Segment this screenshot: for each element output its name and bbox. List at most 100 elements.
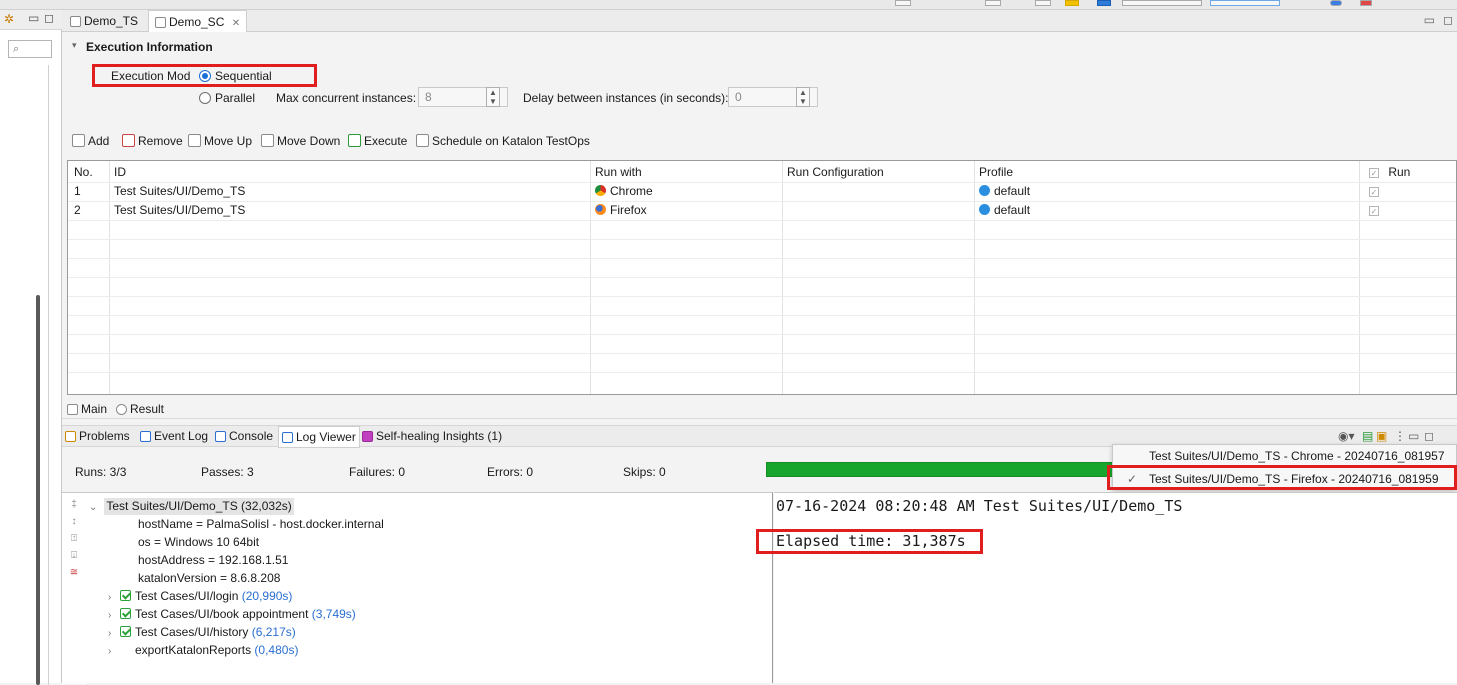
max-instances-stepper[interactable]: ▲ ▼ bbox=[486, 87, 500, 107]
toolbar-red-icon[interactable] bbox=[1360, 0, 1372, 6]
row-id: Test Suites/UI/Demo_TS bbox=[114, 184, 246, 198]
explorer-panel: ✲ ▭ ◻ ⌕ bbox=[0, 10, 62, 685]
delay-stepper[interactable]: ▲ ▼ bbox=[796, 87, 810, 107]
chevron-down-icon: ⌄ bbox=[89, 502, 98, 513]
toolbar-folder-icon[interactable] bbox=[1065, 0, 1079, 6]
maximize-icon[interactable]: ◻ bbox=[1424, 429, 1434, 443]
expand-all-icon[interactable]: ↕ bbox=[69, 517, 79, 527]
failures-filter-icon[interactable]: ≅ bbox=[69, 568, 79, 578]
tree-case[interactable]: › exportKatalonReports (0,480s) bbox=[108, 642, 298, 659]
max-instances-label: Max concurrent instances: bbox=[276, 91, 417, 105]
row-id: Test Suites/UI/Demo_TS bbox=[114, 203, 246, 217]
toolbar-app-icon[interactable] bbox=[1097, 0, 1111, 6]
next-icon[interactable]: ⍗ bbox=[69, 551, 79, 561]
row-profile[interactable]: default bbox=[979, 182, 1030, 201]
tab-event-log[interactable]: Event Log bbox=[140, 429, 208, 443]
tab-main[interactable]: Main bbox=[67, 402, 107, 416]
explorer-toolbar: ✲ ▭ ◻ bbox=[0, 10, 62, 30]
tab-log-viewer[interactable]: Log Viewer bbox=[278, 426, 360, 448]
delay-label: Delay between instances (in seconds): bbox=[523, 91, 729, 105]
passed-icon bbox=[120, 626, 131, 637]
tree-prop[interactable]: katalonVersion = 8.6.8.208 bbox=[138, 570, 280, 587]
chrome-icon bbox=[595, 185, 606, 196]
tree-prop[interactable]: hostName = PalmaSolisl - host.docker.int… bbox=[138, 516, 384, 533]
problems-icon bbox=[65, 431, 76, 442]
test-log-tree: ‡ ↕ ⍐ ⍗ ≅ ⌄ Test Suites/UI/Demo_TS (32,0… bbox=[62, 492, 773, 684]
dropdown-item-chrome[interactable]: Test Suites/UI/Demo_TS - Chrome - 202407… bbox=[1113, 445, 1457, 467]
user-icon[interactable] bbox=[1330, 0, 1342, 6]
schedule-button[interactable]: Schedule on Katalon TestOps bbox=[416, 134, 590, 148]
header-run[interactable]: ✓ Run bbox=[1369, 163, 1410, 182]
suite-collection-icon bbox=[155, 17, 166, 28]
eye-icon[interactable]: ◉▾ bbox=[1338, 429, 1355, 443]
sequential-radio[interactable]: Sequential bbox=[199, 69, 272, 83]
event-log-icon bbox=[140, 431, 151, 442]
row-run-with[interactable]: Chrome bbox=[595, 182, 653, 201]
minimize-icon[interactable]: ▭ bbox=[1408, 429, 1419, 443]
header-run-with[interactable]: Run with bbox=[595, 163, 642, 182]
header-no[interactable]: No. bbox=[74, 163, 93, 182]
row-run-with[interactable]: Firefox bbox=[595, 201, 647, 220]
view-menu-icon[interactable]: ⋮ bbox=[1394, 429, 1406, 443]
checkbox-icon: ✓ bbox=[1369, 206, 1379, 216]
header-id[interactable]: ID bbox=[114, 163, 126, 182]
gear-icon[interactable]: ✲ bbox=[4, 12, 14, 26]
chevron-right-icon: › bbox=[108, 592, 112, 603]
toolbar-combo[interactable] bbox=[1122, 0, 1202, 6]
move-down-button[interactable]: Move Down bbox=[261, 134, 340, 148]
toolbar-button[interactable] bbox=[1035, 0, 1051, 6]
minimize-icon[interactable]: ▭ bbox=[28, 11, 39, 25]
tab-demo-sc[interactable]: Demo_SC ✕ bbox=[148, 10, 248, 32]
explorer-search-input[interactable]: ⌕ bbox=[8, 40, 52, 58]
close-tab-icon[interactable]: ✕ bbox=[232, 18, 240, 29]
row-run-checkbox[interactable]: ✓ bbox=[1369, 182, 1379, 201]
search-icon[interactable]: ⌕ bbox=[13, 43, 19, 55]
errors-count: Errors: 0 bbox=[487, 465, 534, 479]
explorer-scrollbar[interactable] bbox=[36, 295, 40, 685]
tab-console[interactable]: Console bbox=[215, 429, 273, 443]
tree-root[interactable]: ⌄ Test Suites/UI/Demo_TS (32,032s) bbox=[89, 498, 294, 515]
section-title: Execution Information bbox=[86, 40, 213, 54]
previous-icon[interactable]: ⍐ bbox=[69, 534, 79, 544]
column-divider bbox=[1359, 161, 1360, 394]
tree-toolbar: ‡ ↕ ⍐ ⍗ ≅ bbox=[62, 493, 86, 684]
move-up-button[interactable]: Move Up bbox=[188, 134, 252, 148]
collapse-all-icon[interactable]: ‡ bbox=[69, 500, 79, 510]
lock-icon[interactable]: ▣ bbox=[1376, 429, 1387, 443]
toolbar-button[interactable] bbox=[895, 0, 911, 6]
tree-case[interactable]: › Test Cases/UI/login (20,990s) bbox=[108, 588, 292, 605]
tab-demo-ts[interactable]: Demo_TS bbox=[64, 10, 144, 32]
result-icon bbox=[116, 404, 127, 415]
tree-case[interactable]: › Test Cases/UI/history (6,217s) bbox=[108, 624, 296, 641]
checkbox-icon: ✓ bbox=[1369, 187, 1379, 197]
maximize-icon[interactable]: ◻ bbox=[44, 11, 54, 25]
progress-bar bbox=[766, 462, 1116, 477]
layout-icon[interactable]: ▤ bbox=[1362, 429, 1373, 443]
row-no: 1 bbox=[74, 184, 81, 198]
tree-prop[interactable]: hostAddress = 192.168.1.51 bbox=[138, 552, 288, 569]
tree-prop[interactable]: os = Windows 10 64bit bbox=[138, 534, 259, 551]
play-icon bbox=[348, 134, 361, 147]
row-no: 2 bbox=[74, 203, 81, 217]
add-button[interactable]: Add bbox=[72, 134, 109, 148]
toolbar-button[interactable] bbox=[985, 0, 1001, 6]
row-profile[interactable]: default bbox=[979, 201, 1030, 220]
column-divider bbox=[109, 161, 110, 394]
header-run-configuration[interactable]: Run Configuration bbox=[787, 163, 884, 182]
parallel-radio[interactable]: Parallel bbox=[199, 91, 255, 105]
tab-result[interactable]: Result bbox=[116, 402, 164, 416]
row-run-checkbox[interactable]: ✓ bbox=[1369, 201, 1379, 220]
profile-icon bbox=[979, 185, 990, 196]
maximize-icon[interactable]: ◻ bbox=[1443, 13, 1453, 27]
execute-button[interactable]: Execute bbox=[348, 134, 407, 148]
tree-case[interactable]: › Test Cases/UI/book appointment (3,749s) bbox=[108, 606, 356, 623]
collapse-icon[interactable]: ▾ bbox=[72, 40, 77, 51]
tab-self-healing[interactable]: Self-healing Insights (1) bbox=[362, 429, 502, 443]
header-profile[interactable]: Profile bbox=[979, 163, 1013, 182]
minimize-icon[interactable]: ▭ bbox=[1424, 13, 1435, 27]
toolbar-search[interactable] bbox=[1210, 0, 1280, 6]
tab-problems[interactable]: Problems bbox=[65, 429, 130, 443]
remove-button[interactable]: Remove bbox=[122, 134, 183, 148]
top-toolbar-strip bbox=[0, 0, 1457, 10]
failures-count: Failures: 0 bbox=[349, 465, 406, 479]
